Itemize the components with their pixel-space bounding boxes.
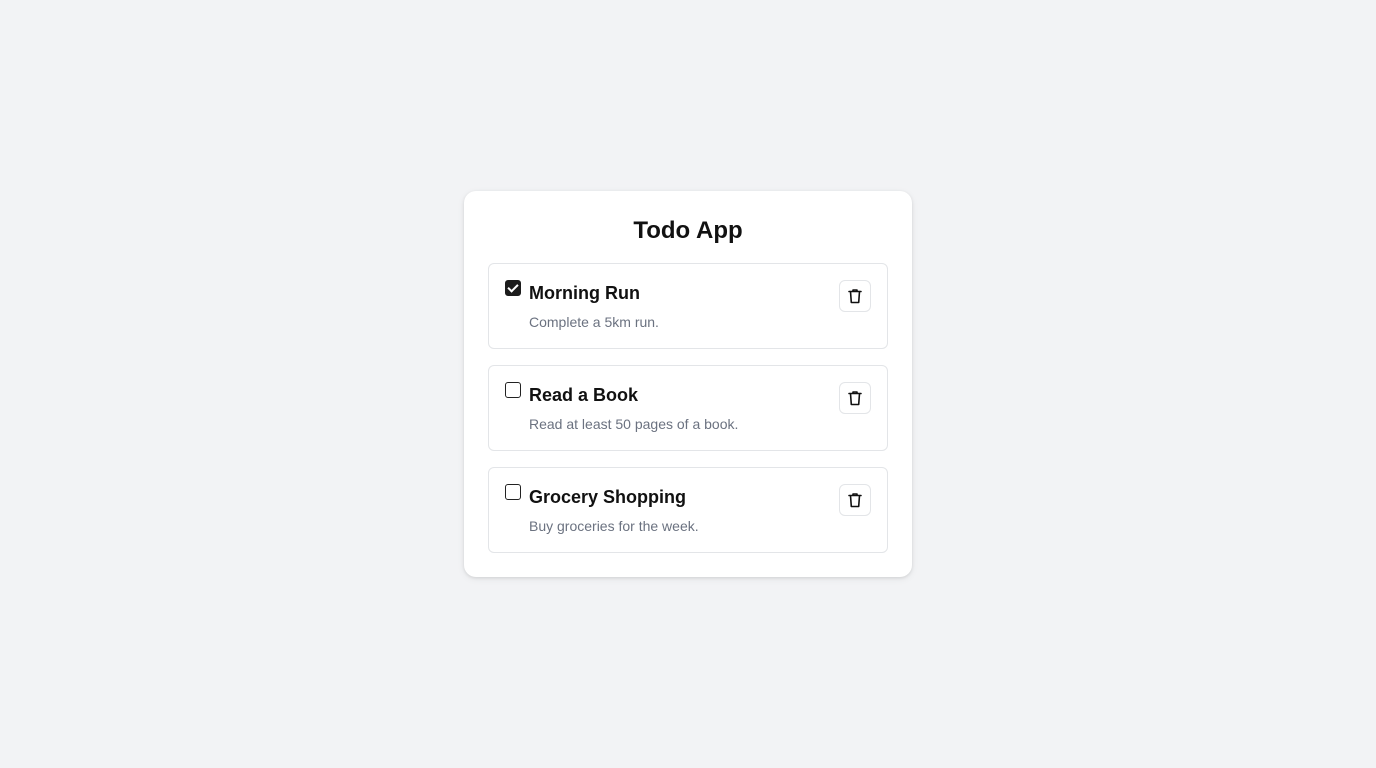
page-title: Todo App — [633, 217, 743, 244]
trash-icon — [848, 390, 862, 406]
todo-checkbox[interactable] — [505, 280, 521, 296]
todo-item: Read a Book Read at least 50 pages of a … — [488, 365, 888, 451]
delete-button[interactable] — [839, 280, 871, 312]
todo-description: Buy groceries for the week. — [529, 518, 699, 534]
trash-icon — [848, 492, 862, 508]
todo-description: Read at least 50 pages of a book. — [529, 416, 739, 432]
checkmark-icon — [507, 281, 519, 293]
todo-card: Todo App Morning Run Complete a 5km run. — [464, 191, 912, 577]
todo-description: Complete a 5km run. — [529, 314, 659, 330]
todo-checkbox[interactable] — [505, 382, 521, 398]
delete-button[interactable] — [839, 382, 871, 414]
todo-item: Morning Run Complete a 5km run. — [488, 263, 888, 349]
todo-item: Grocery Shopping Buy groceries for the w… — [488, 467, 888, 553]
todo-checkbox[interactable] — [505, 484, 521, 500]
todo-title: Grocery Shopping — [529, 487, 687, 507]
todo-title: Morning Run — [529, 283, 640, 303]
todo-list: Morning Run Complete a 5km run. Read a B… — [488, 263, 888, 553]
todo-title: Read a Book — [529, 385, 639, 405]
delete-button[interactable] — [839, 484, 871, 516]
trash-icon — [848, 288, 862, 304]
